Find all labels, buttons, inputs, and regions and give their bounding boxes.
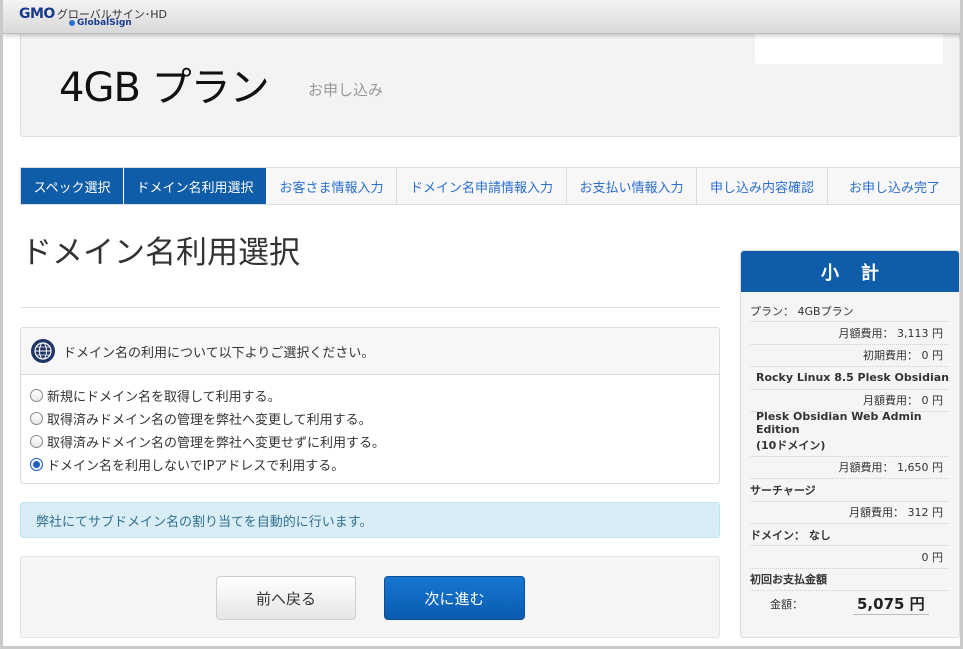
option-external-domain[interactable]: 取得済みドメイン名の管理を弊社へ変更せずに利用する。	[30, 430, 719, 453]
option-external-domain-label: 取得済みドメイン名の管理を弊社へ変更せずに利用する。	[47, 436, 386, 451]
step-confirm: 申し込み内容確認	[697, 168, 828, 204]
subtotal-os-monthly: 月額費用： 0 円	[750, 390, 949, 412]
subtotal-plan: プラン： 4GBプラン	[750, 300, 949, 323]
header-side-box	[755, 31, 943, 64]
choice-panel-heading-text: ドメイン名の利用について以下よりご選択ください。	[63, 345, 375, 361]
subtotal-body: プラン： 4GBプラン 月額費用： 3,113 円 初期費用： 0 円 Rock…	[741, 292, 959, 617]
info-alert-text: 弊社にてサブドメイン名の割り当てを自動的に行います。	[36, 514, 373, 530]
logo-gmo-text: GMO	[19, 6, 55, 22]
radio-external-domain[interactable]	[30, 435, 43, 448]
gmo-logo[interactable]: GMO グローバルサイン･HD GlobalSign	[19, 3, 167, 28]
next-button[interactable]: 次に進む	[384, 576, 525, 620]
option-ip-address[interactable]: ドメイン名を利用しないでIPアドレスで利用する。	[30, 453, 719, 476]
subtotal-domain: ドメイン： なし	[750, 524, 949, 547]
subtotal-total-row: 金額： 5,075 円	[750, 591, 949, 617]
step-payment-info: お支払い情報入力	[567, 168, 697, 204]
globe-icon	[31, 339, 55, 363]
subtotal-plesk-domains: (10ドメイン)	[750, 434, 949, 457]
globalsign-dot-icon	[69, 19, 75, 26]
domain-options-list: 新規にドメイン名を取得して利用する。 取得済みドメイン名の管理を弊社へ変更して利…	[21, 375, 719, 476]
step-domain-usage[interactable]: ドメイン名利用選択	[124, 168, 267, 204]
step-domain-application: ドメイン名申請情報入力	[397, 168, 567, 204]
plan-title: 4GB プラン	[59, 65, 270, 111]
back-button[interactable]: 前へ戻る	[216, 576, 356, 620]
subtotal-first-payment-label: 初回お支払金額	[750, 569, 949, 592]
globalsign-logo: GlobalSign	[69, 18, 132, 28]
title-divider	[20, 307, 720, 308]
total-label: 金額：	[770, 598, 803, 612]
radio-ip-address[interactable]	[30, 458, 43, 471]
globalsign-text: GlobalSign	[77, 18, 132, 28]
radio-transfer-domain[interactable]	[30, 412, 43, 425]
top-bar: GMO グローバルサイン･HD GlobalSign	[3, 0, 960, 34]
subtotal-plan-monthly: 月額費用： 3,113 円	[750, 322, 949, 345]
plan-subtitle: お申し込み	[308, 81, 384, 99]
step-progress-bar: スペック選択 ドメイン名利用選択 お客さま情報入力 ドメイン名申請情報入力 お支…	[20, 167, 960, 205]
page-title: ドメイン名利用選択	[21, 235, 300, 271]
subtotal-surcharge-label: サーチャージ	[750, 479, 949, 502]
browser-frame: GMO グローバルサイン･HD GlobalSign 4GB プラン お申し込み …	[0, 0, 963, 649]
info-alert: 弊社にてサブドメイン名の割り当てを自動的に行います。	[20, 502, 720, 538]
option-transfer-domain[interactable]: 取得済みドメイン名の管理を弊社へ変更して利用する。	[30, 407, 719, 430]
subtotal-panel: 小計 プラン： 4GBプラン 月額費用： 3,113 円 初期費用： 0 円 R…	[740, 250, 960, 638]
step-spec-select[interactable]: スペック選択	[21, 168, 124, 204]
step-complete: お申し込み完了	[848, 180, 940, 196]
domain-choice-panel: ドメイン名の利用について以下よりご選択ください。 新規にドメイン名を取得して利用…	[20, 327, 720, 484]
subtotal-surcharge-monthly: 月額費用： 312 円	[750, 502, 949, 524]
button-area: 前へ戻る 次に進む	[20, 556, 720, 638]
subtotal-initial-fee: 初期費用： 0 円	[750, 345, 949, 368]
total-value: 5,075 円	[853, 593, 929, 616]
subtotal-plesk-monthly: 月額費用： 1,650 円	[750, 457, 949, 480]
option-new-domain-label: 新規にドメイン名を取得して利用する。	[47, 390, 281, 405]
step-customer-info: お客さま情報入力	[267, 168, 397, 204]
subtotal-os-name: Rocky Linux 8.5 Plesk Obsidian	[750, 367, 949, 390]
radio-new-domain[interactable]	[30, 389, 43, 402]
choice-panel-heading: ドメイン名の利用について以下よりご選択ください。	[21, 328, 719, 375]
subtotal-domain-fee: 0 円	[750, 546, 949, 569]
option-transfer-domain-label: 取得済みドメイン名の管理を弊社へ変更して利用する。	[47, 413, 372, 428]
option-new-domain[interactable]: 新規にドメイン名を取得して利用する。	[30, 384, 719, 407]
option-ip-address-label: ドメイン名を利用しないでIPアドレスで利用する。	[47, 459, 345, 474]
subtotal-plesk-name: Plesk Obsidian Web Admin Edition	[756, 410, 922, 437]
subtotal-heading: 小計	[741, 251, 959, 292]
